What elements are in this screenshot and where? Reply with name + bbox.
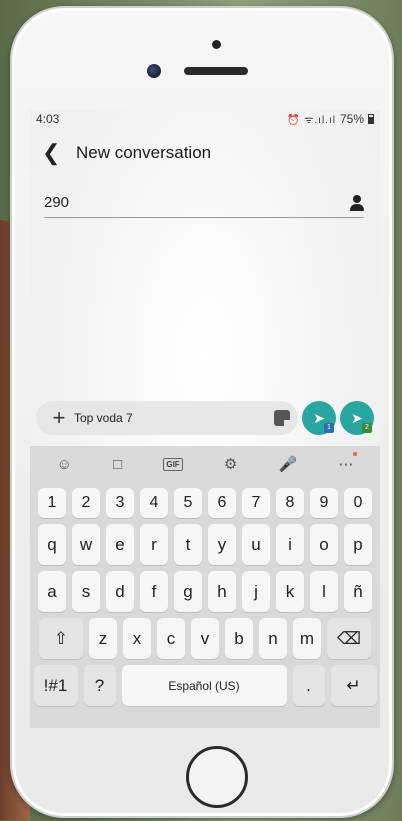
letter-row-3: ⇧ z x c v b n m ⌫ bbox=[30, 618, 380, 659]
key[interactable]: j bbox=[242, 571, 270, 612]
conversation-header: ❮ New conversation bbox=[30, 128, 380, 178]
key[interactable]: v bbox=[191, 618, 219, 659]
key[interactable]: z bbox=[89, 618, 117, 659]
question-key[interactable]: ? bbox=[83, 665, 116, 706]
key[interactable]: 0 bbox=[344, 488, 372, 518]
letter-row-1: qwertyuiop bbox=[30, 524, 380, 565]
period-key[interactable]: . bbox=[292, 665, 325, 706]
key[interactable]: 2 bbox=[72, 488, 100, 518]
key[interactable]: b bbox=[225, 618, 253, 659]
status-bar: 4:03 ⏰ ᯤ.ıl.ıl 75% bbox=[30, 110, 380, 128]
key[interactable]: s bbox=[72, 571, 100, 612]
space-key[interactable]: Español (US) bbox=[121, 665, 287, 706]
bottom-row: !#1 ? Español (US) . ↵ bbox=[30, 665, 380, 706]
key[interactable]: h bbox=[208, 571, 236, 612]
key[interactable]: 3 bbox=[106, 488, 134, 518]
key[interactable]: 9 bbox=[310, 488, 338, 518]
key[interactable]: n bbox=[259, 618, 287, 659]
key[interactable]: 6 bbox=[208, 488, 236, 518]
message-composer: + Top voda 7 ➤ 1 ➤ 2 bbox=[36, 400, 376, 436]
key[interactable]: 4 bbox=[140, 488, 168, 518]
sticker-icon[interactable] bbox=[274, 410, 290, 426]
key[interactable]: x bbox=[123, 618, 151, 659]
gif-icon[interactable]: GIF bbox=[163, 457, 183, 471]
key[interactable]: 8 bbox=[276, 488, 304, 518]
symbols-key[interactable]: !#1 bbox=[33, 665, 78, 706]
plus-icon[interactable]: + bbox=[44, 405, 74, 431]
recipient-field[interactable]: 290 bbox=[44, 188, 364, 218]
key[interactable]: l bbox=[310, 571, 338, 612]
sim1-badge: 1 bbox=[324, 423, 334, 433]
enter-key[interactable]: ↵ bbox=[330, 665, 377, 706]
shift-key[interactable]: ⇧ bbox=[39, 618, 83, 659]
key[interactable]: 7 bbox=[242, 488, 270, 518]
status-right: ⏰ ᯤ.ıl.ıl 75% bbox=[287, 112, 374, 126]
key[interactable]: t bbox=[174, 524, 202, 565]
key[interactable]: 5 bbox=[174, 488, 202, 518]
key[interactable]: r bbox=[140, 524, 168, 565]
person-icon[interactable] bbox=[350, 194, 364, 211]
mic-icon[interactable]: 🎤 bbox=[279, 455, 298, 473]
status-time: 4:03 bbox=[36, 112, 60, 126]
emoji-icon[interactable]: ☺ bbox=[57, 456, 72, 473]
keyboard: ☺ □ GIF ⚙ 🎤 ⋯ 1234567890 qwertyuiop asdf… bbox=[30, 446, 380, 728]
more-icon[interactable]: ⋯ bbox=[338, 452, 358, 473]
key[interactable]: e bbox=[106, 524, 134, 565]
key[interactable]: d bbox=[106, 571, 134, 612]
keyboard-toolbar: ☺ □ GIF ⚙ 🎤 ⋯ bbox=[30, 446, 380, 482]
key[interactable]: w bbox=[72, 524, 100, 565]
key[interactable]: a bbox=[38, 571, 66, 612]
key[interactable]: ñ bbox=[344, 571, 372, 612]
back-arrow-icon[interactable]: ❮ bbox=[42, 140, 76, 166]
send-sim2-button[interactable]: ➤ 2 bbox=[340, 401, 374, 435]
key[interactable]: u bbox=[242, 524, 270, 565]
key[interactable]: m bbox=[293, 618, 321, 659]
sticker-icon[interactable]: □ bbox=[113, 456, 122, 473]
earpiece-speaker bbox=[184, 67, 248, 75]
backspace-key[interactable]: ⌫ bbox=[327, 618, 371, 659]
recipient-value[interactable]: 290 bbox=[44, 194, 69, 211]
key[interactable]: o bbox=[310, 524, 338, 565]
battery-percent: 75% bbox=[339, 112, 364, 126]
key[interactable]: y bbox=[208, 524, 236, 565]
phone-screen: 4:03 ⏰ ᯤ.ıl.ıl 75% ❮ New conversation 29… bbox=[30, 110, 380, 728]
status-icons: ⏰ ᯤ.ıl.ıl bbox=[287, 115, 336, 126]
page-title: New conversation bbox=[76, 143, 212, 162]
message-input[interactable]: Top voda 7 bbox=[74, 411, 268, 425]
battery-icon bbox=[368, 114, 374, 124]
send-sim1-button[interactable]: ➤ 1 bbox=[302, 401, 336, 435]
key[interactable]: i bbox=[276, 524, 304, 565]
sim2-badge: 2 bbox=[362, 423, 372, 433]
sensor-dot bbox=[212, 40, 221, 49]
home-button[interactable] bbox=[186, 746, 248, 808]
key[interactable]: q bbox=[38, 524, 66, 565]
key[interactable]: k bbox=[276, 571, 304, 612]
settings-icon[interactable]: ⚙ bbox=[224, 455, 237, 473]
front-camera bbox=[147, 64, 161, 78]
compose-box[interactable]: + Top voda 7 bbox=[36, 401, 298, 435]
number-row: 1234567890 bbox=[30, 488, 380, 518]
key[interactable]: g bbox=[174, 571, 202, 612]
key[interactable]: f bbox=[140, 571, 168, 612]
key[interactable]: c bbox=[157, 618, 185, 659]
letter-row-2: asdfghjklñ bbox=[30, 571, 380, 612]
key[interactable]: 1 bbox=[38, 488, 66, 518]
key[interactable]: p bbox=[344, 524, 372, 565]
